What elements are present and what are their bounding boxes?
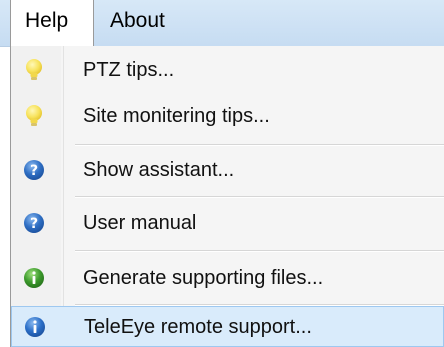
menu-item-generate-supporting-files[interactable]: Generate supporting files...: [11, 256, 444, 300]
help-question-icon: ?: [22, 211, 46, 235]
lightbulb-icon: [22, 104, 46, 128]
info-green-icon: [22, 266, 46, 290]
menu-item-ptz-tips[interactable]: PTZ tips...: [11, 48, 444, 92]
menu-item-label: PTZ tips...: [83, 59, 175, 81]
menu-separator: [75, 196, 444, 198]
menu-about[interactable]: About: [110, 0, 165, 46]
help-dropdown-menu: PTZ tips... Site monitering tips... ? Sh…: [10, 46, 444, 347]
menu-help[interactable]: Help: [10, 0, 94, 47]
menu-separator: [75, 144, 444, 146]
menu-about-label: About: [110, 9, 165, 32]
svg-text:?: ?: [30, 216, 38, 232]
info-blue-icon: [23, 315, 47, 339]
menu-item-show-assistant[interactable]: ? Show assistant...: [11, 148, 444, 192]
menu-item-label: Site monitering tips...: [83, 105, 270, 127]
menu-separator: [75, 250, 444, 252]
menu-item-site-monitoring-tips[interactable]: Site monitering tips...: [11, 94, 444, 138]
menu-item-label: TeleEye remote support...: [84, 316, 312, 338]
menu-item-user-manual[interactable]: ? User manual: [11, 201, 444, 245]
svg-text:?: ?: [30, 163, 38, 179]
help-menu-screenshot: Help About PTZ tips... Site monitering t…: [0, 0, 444, 347]
menu-bar: Help About: [0, 0, 444, 47]
menu-item-teleeye-remote-support[interactable]: TeleEye remote support...: [11, 306, 444, 347]
menu-help-label: Help: [25, 9, 69, 32]
menu-separator: [75, 304, 444, 306]
menu-item-label: User manual: [83, 212, 197, 234]
help-question-icon: ?: [22, 158, 46, 182]
menu-item-label: Show assistant...: [83, 159, 235, 181]
lightbulb-icon: [22, 58, 46, 82]
menu-item-label: Generate supporting files...: [83, 267, 324, 289]
